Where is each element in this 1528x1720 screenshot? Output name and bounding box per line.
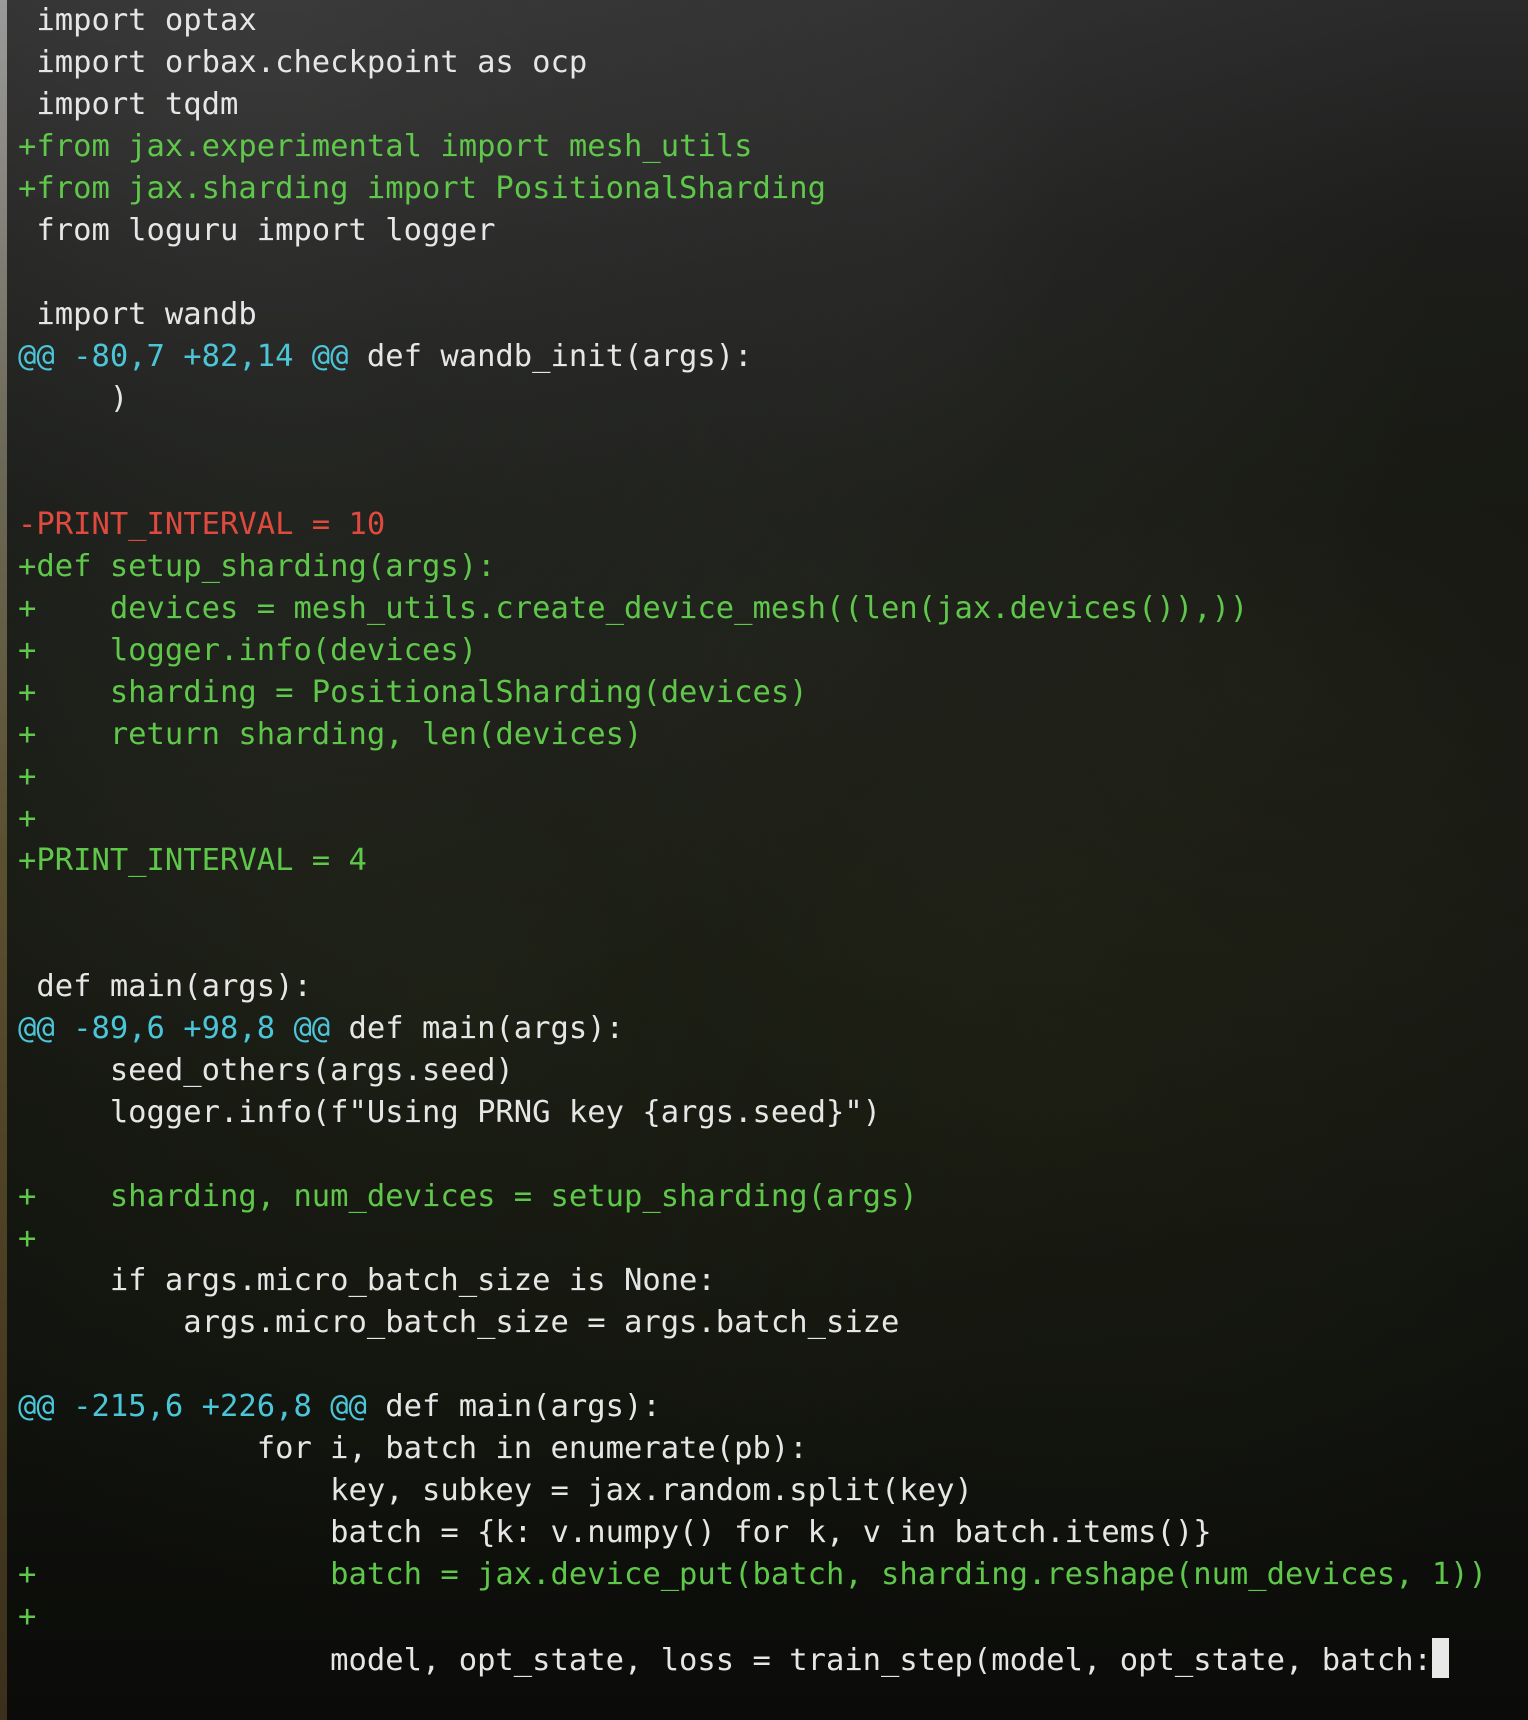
line-text: + return sharding, len(devices)	[18, 717, 643, 752]
line-text: import optax	[18, 3, 257, 38]
line-text: seed_others(args.seed)	[18, 1053, 514, 1088]
line-text: +from jax.experimental import mesh_utils	[18, 129, 753, 164]
diff-hunk-header: @@ -80,7 +82,14 @@ def wandb_init(args):	[18, 336, 1487, 378]
diff-added-line: +from jax.sharding import PositionalShar…	[18, 168, 1487, 210]
line-text: +	[18, 801, 37, 836]
diff-context-line: import orbax.checkpoint as ocp	[18, 42, 1487, 84]
diff-context-line: if args.micro_batch_size is None:	[18, 1260, 1487, 1302]
diff-removed-line: -PRINT_INTERVAL = 10	[18, 504, 1487, 546]
hunk-context: def main(args):	[330, 1011, 624, 1046]
line-text: import tqdm	[18, 87, 239, 122]
diff-context-line	[18, 252, 1487, 294]
line-text: +	[18, 1221, 37, 1256]
diff-context-line: seed_others(args.seed)	[18, 1050, 1487, 1092]
diff-context-line	[18, 924, 1487, 966]
diff-context-line: model, opt_state, loss = train_step(mode…	[18, 1638, 1487, 1680]
diff-context-line	[18, 462, 1487, 504]
diff-added-line: +	[18, 1218, 1487, 1260]
line-text: args.micro_batch_size = args.batch_size	[18, 1305, 900, 1340]
line-text: if args.micro_batch_size is None:	[18, 1263, 716, 1298]
line-text: key, subkey = jax.random.split(key)	[18, 1473, 973, 1508]
hunk-context: def main(args):	[366, 1389, 661, 1424]
line-text: import wandb	[18, 297, 257, 332]
diff-added-line: +def setup_sharding(args):	[18, 546, 1487, 588]
diff-context-line: import wandb	[18, 294, 1487, 336]
diff-added-line: +from jax.experimental import mesh_utils	[18, 126, 1487, 168]
diff-added-line: +PRINT_INTERVAL = 4	[18, 840, 1487, 882]
window-left-edge	[0, 0, 7, 1720]
diff-context-line: )	[18, 378, 1487, 420]
line-text: )	[18, 381, 129, 416]
line-text: batch = {k: v.numpy() for k, v in batch.…	[18, 1515, 1212, 1550]
diff-context-line: logger.info(f"Using PRNG key {args.seed}…	[18, 1092, 1487, 1134]
diff-context-line: import optax	[18, 0, 1487, 42]
line-text: logger.info(f"Using PRNG key {args.seed}…	[18, 1095, 882, 1130]
line-text: + devices = mesh_utils.create_device_mes…	[18, 591, 1249, 626]
diff-added-line: +	[18, 756, 1487, 798]
diff-context-line: from loguru import logger	[18, 210, 1487, 252]
diff-added-line: + sharding = PositionalSharding(devices)	[18, 672, 1487, 714]
diff-context-line: def main(args):	[18, 966, 1487, 1008]
line-text: model, opt_state, loss = train_step(mode…	[18, 1643, 1432, 1678]
diff-added-line: + sharding, num_devices = setup_sharding…	[18, 1176, 1487, 1218]
line-text: + logger.info(devices)	[18, 633, 478, 668]
line-text: +PRINT_INTERVAL = 4	[18, 843, 367, 878]
line-text: +	[18, 1599, 37, 1634]
diff-context-line	[18, 1344, 1487, 1386]
line-text: from loguru import logger	[18, 213, 496, 248]
diff-context-line: for i, batch in enumerate(pb):	[18, 1428, 1487, 1470]
diff-context-line	[18, 420, 1487, 462]
diff-context-line: import tqdm	[18, 84, 1487, 126]
diff-added-line: + logger.info(devices)	[18, 630, 1487, 672]
diff-added-line: +	[18, 1596, 1487, 1638]
line-text: + sharding = PositionalSharding(devices)	[18, 675, 808, 710]
diff-hunk-header: @@ -89,6 +98,8 @@ def main(args):	[18, 1008, 1487, 1050]
diff-added-line: + batch = jax.device_put(batch, sharding…	[18, 1554, 1487, 1596]
diff-hunk-header: @@ -215,6 +226,8 @@ def main(args):	[18, 1386, 1487, 1428]
diff-added-line: + devices = mesh_utils.create_device_mes…	[18, 588, 1487, 630]
diff-context-line: args.micro_batch_size = args.batch_size	[18, 1302, 1487, 1344]
diff-context-line	[18, 1134, 1487, 1176]
line-text: for i, batch in enumerate(pb):	[18, 1431, 808, 1466]
hunk-context: def wandb_init(args):	[348, 339, 753, 374]
diff-added-line: +	[18, 798, 1487, 840]
line-text: +	[18, 759, 37, 794]
line-text: +from jax.sharding import PositionalShar…	[18, 171, 826, 206]
diff-added-line: + return sharding, len(devices)	[18, 714, 1487, 756]
hunk-range: @@ -89,6 +98,8 @@	[18, 1011, 331, 1046]
line-text: import orbax.checkpoint as ocp	[18, 45, 588, 80]
line-text: + sharding, num_devices = setup_sharding…	[18, 1179, 918, 1214]
diff-context-line: key, subkey = jax.random.split(key)	[18, 1470, 1487, 1512]
hunk-range: @@ -215,6 +226,8 @@	[18, 1389, 367, 1424]
line-text: -PRINT_INTERVAL = 10	[18, 507, 386, 542]
line-text: +def setup_sharding(args):	[18, 549, 496, 584]
text-cursor	[1431, 1638, 1449, 1678]
diff-context-line: batch = {k: v.numpy() for k, v in batch.…	[18, 1512, 1487, 1554]
diff-context-line	[18, 882, 1487, 924]
diff-output[interactable]: import optax import orbax.checkpoint as …	[18, 0, 1487, 1680]
terminal-window[interactable]: import optax import orbax.checkpoint as …	[0, 0, 1528, 1720]
line-text: + batch = jax.device_put(batch, sharding…	[18, 1557, 1488, 1592]
line-text: def main(args):	[18, 969, 312, 1004]
hunk-range: @@ -80,7 +82,14 @@	[18, 339, 349, 374]
